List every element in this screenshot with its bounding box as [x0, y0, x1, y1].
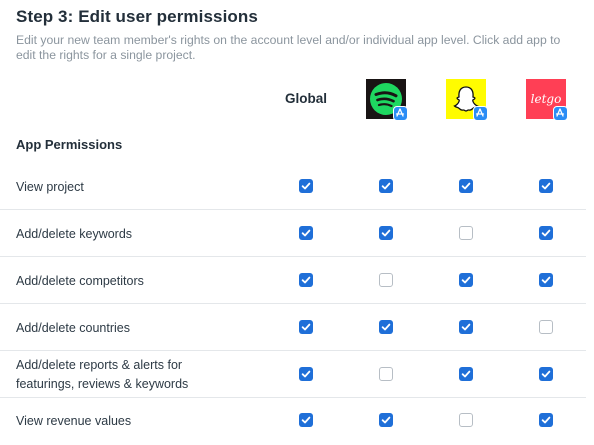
- section-heading-app-permissions: App Permissions: [16, 137, 123, 152]
- checkbox-spotify[interactable]: [379, 367, 393, 381]
- checkbox-letgo[interactable]: [539, 320, 553, 334]
- row-divider: [0, 303, 586, 304]
- checkbox-global[interactable]: [299, 320, 313, 334]
- checkbox-spotify[interactable]: [379, 413, 393, 427]
- checkmark-icon: [461, 370, 471, 378]
- permission-row: View project: [0, 165, 586, 210]
- checkbox-global[interactable]: [299, 273, 313, 287]
- checkmark-icon: [301, 323, 311, 331]
- checkmark-icon: [301, 182, 311, 190]
- checkbox-letgo[interactable]: [539, 226, 553, 240]
- checkbox-snapchat[interactable]: [459, 367, 473, 381]
- checkbox-spotify[interactable]: [379, 179, 393, 193]
- checkmark-icon: [541, 370, 551, 378]
- checkbox-letgo[interactable]: [539, 413, 553, 427]
- svg-text:letgo: letgo: [531, 92, 562, 106]
- app-store-icon: [473, 106, 488, 121]
- checkmark-icon: [541, 182, 551, 190]
- permission-label: Add/delete competitors: [16, 274, 144, 288]
- row-divider: [0, 256, 586, 257]
- checkbox-letgo[interactable]: [539, 367, 553, 381]
- checkmark-icon: [301, 416, 311, 424]
- page-title: Step 3: Edit user permissions: [16, 7, 258, 26]
- checkmark-icon: [381, 182, 391, 190]
- checkmark-icon: [461, 276, 471, 284]
- checkmark-icon: [301, 229, 311, 237]
- row-divider: [0, 350, 586, 351]
- checkmark-icon: [381, 323, 391, 331]
- app-store-icon: [553, 106, 568, 121]
- checkbox-letgo[interactable]: [539, 179, 553, 193]
- permission-row: Add/delete countries: [0, 305, 586, 351]
- app-column-spotify[interactable]: [366, 79, 408, 121]
- checkbox-snapchat[interactable]: [459, 320, 473, 334]
- checkmark-icon: [461, 323, 471, 331]
- checkmark-icon: [381, 229, 391, 237]
- checkmark-icon: [541, 276, 551, 284]
- checkbox-global[interactable]: [299, 179, 313, 193]
- checkbox-global[interactable]: [299, 367, 313, 381]
- checkbox-spotify[interactable]: [379, 273, 393, 287]
- checkbox-global[interactable]: [299, 413, 313, 427]
- checkbox-snapchat[interactable]: [459, 413, 473, 427]
- checkmark-icon: [301, 276, 311, 284]
- permission-row: Add/delete keywords: [0, 211, 586, 257]
- checkbox-letgo[interactable]: [539, 273, 553, 287]
- permission-row: View revenue values: [0, 399, 586, 445]
- checkmark-icon: [301, 370, 311, 378]
- permission-label: Add/delete reports & alerts for featurin…: [16, 358, 189, 391]
- app-column-letgo[interactable]: letgo: [526, 79, 568, 121]
- checkmark-icon: [541, 229, 551, 237]
- checkbox-snapchat[interactable]: [459, 273, 473, 287]
- app-column-snapchat[interactable]: [446, 79, 488, 121]
- row-divider: [0, 397, 586, 398]
- checkbox-spotify[interactable]: [379, 320, 393, 334]
- column-header-global: Global: [284, 91, 327, 106]
- page-subtitle: Edit your new team member's rights on th…: [16, 33, 561, 62]
- checkmark-icon: [461, 182, 471, 190]
- checkbox-snapchat[interactable]: [459, 226, 473, 240]
- checkbox-snapchat[interactable]: [459, 179, 473, 193]
- app-store-icon: [393, 106, 408, 121]
- checkmark-icon: [541, 416, 551, 424]
- permission-label: View project: [16, 180, 84, 194]
- checkmark-icon: [381, 416, 391, 424]
- permission-label: Add/delete countries: [16, 321, 130, 335]
- permission-row: Add/delete competitors: [0, 258, 586, 304]
- permission-row: Add/delete reports & alerts for featurin…: [0, 352, 586, 398]
- row-divider: [0, 209, 586, 210]
- permission-label: Add/delete keywords: [16, 227, 133, 241]
- checkbox-spotify[interactable]: [379, 226, 393, 240]
- permission-label: View revenue values: [16, 414, 132, 428]
- checkbox-global[interactable]: [299, 226, 313, 240]
